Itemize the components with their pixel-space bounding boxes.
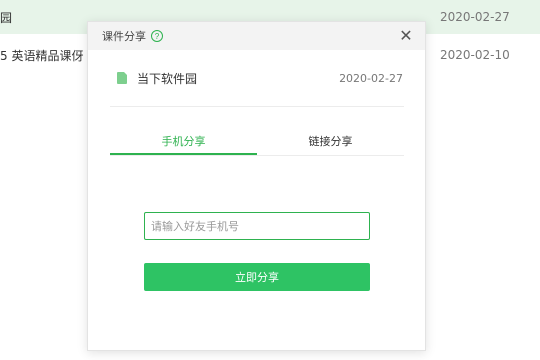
file-icon: [117, 72, 127, 84]
phone-input[interactable]: [144, 212, 370, 240]
file-date: 2020-02-27: [339, 71, 403, 85]
dialog-title: 课件分享: [102, 30, 146, 43]
list-item-name: 园: [0, 10, 13, 25]
file-info: 当下软件园 2020-02-27: [117, 67, 403, 89]
share-now-button[interactable]: 立即分享: [144, 263, 370, 291]
share-tabs: 手机分享 链接分享: [110, 131, 404, 156]
close-icon[interactable]: ✕: [397, 26, 415, 45]
help-icon[interactable]: ?: [151, 30, 163, 42]
list-item-date: 2020-02-10: [440, 48, 510, 62]
file-name: 当下软件园: [137, 71, 198, 86]
tab-phone-share[interactable]: 手机分享: [110, 131, 257, 155]
tab-link-share[interactable]: 链接分享: [257, 131, 404, 155]
divider: [110, 106, 404, 107]
share-dialog: 课件分享 ? ✕ 当下软件园 2020-02-27 手机分享 链接分享 立即分享: [87, 21, 426, 351]
list-item-date: 2020-02-27: [440, 10, 510, 24]
list-item-name: 5 英语精品课伢: [0, 48, 84, 63]
dialog-header: 课件分享 ? ✕: [88, 22, 425, 50]
